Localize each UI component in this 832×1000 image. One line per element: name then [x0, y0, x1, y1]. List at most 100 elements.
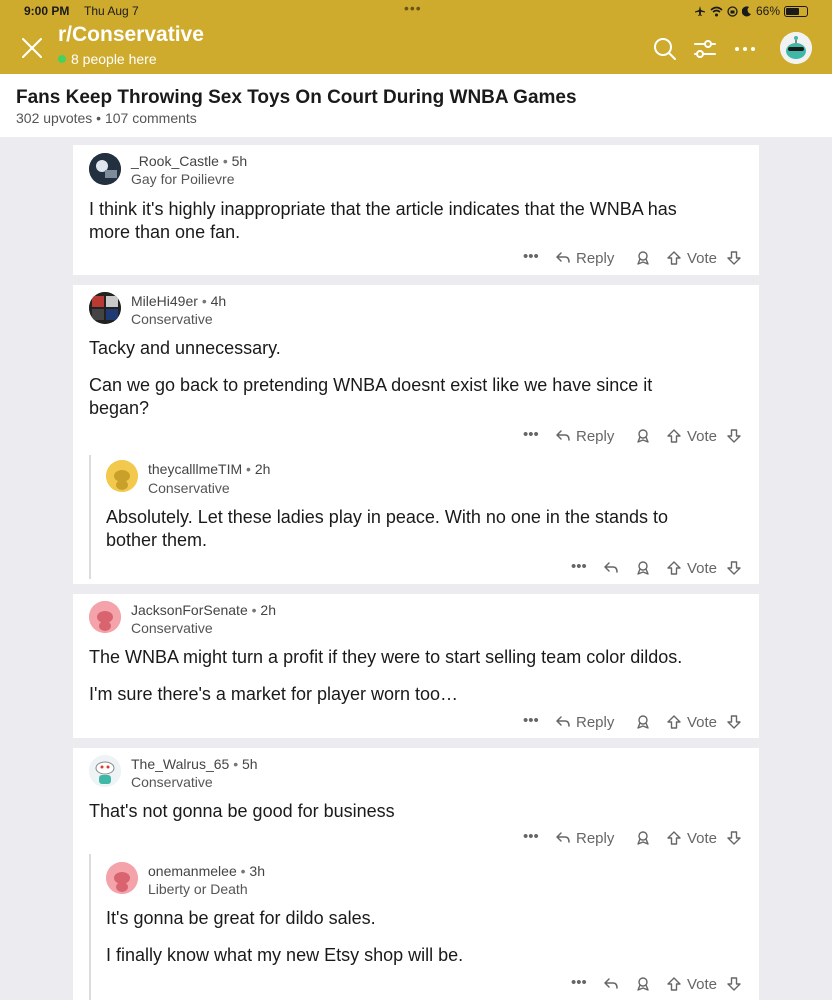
vote-label: Vote [687, 560, 718, 577]
reply-button[interactable]: Reply [576, 714, 614, 731]
award-icon[interactable] [635, 250, 651, 266]
downvote-icon[interactable] [726, 976, 742, 992]
comment-username[interactable]: theycalllmeTIM [148, 461, 242, 477]
reply-button[interactable]: Reply [576, 830, 614, 847]
snoo-avatar-icon [89, 755, 121, 787]
avatar-image-icon [89, 292, 121, 324]
comment-avatar[interactable] [106, 862, 138, 894]
downvote-icon[interactable] [726, 714, 742, 730]
reply-icon[interactable] [555, 428, 571, 444]
comment-body: I think it's highly inappropriate that t… [89, 198, 677, 244]
comment-card[interactable]: MileHi49er • 4h Conservative Tacky and u… [73, 285, 759, 584]
award-icon[interactable] [635, 976, 651, 992]
downvote-icon[interactable] [726, 428, 742, 444]
airplane-icon [694, 6, 705, 16]
comment-text-line: I'm sure there's a market for player wor… [89, 684, 459, 704]
wifi-icon [710, 6, 723, 16]
multitask-dots[interactable]: ••• [404, 0, 422, 16]
comment-body: Absolutely. Let these ladies play in pea… [106, 506, 668, 552]
upvote-icon[interactable] [666, 714, 682, 730]
comment-text-line: Can we go back to pretending WNBA doesnt… [89, 375, 653, 395]
thread-line[interactable] [89, 455, 91, 579]
comment-card[interactable]: JacksonForSenate • 2h Conservative The W… [73, 594, 759, 738]
post-header[interactable]: Fans Keep Throwing Sex Toys On Court Dur… [0, 74, 832, 137]
downvote-icon[interactable] [726, 250, 742, 266]
user-flair: Conservative [131, 774, 213, 790]
reply-icon[interactable] [603, 560, 619, 576]
comment-more-button[interactable]: ••• [523, 828, 539, 845]
comment-text-line: I think it's highly inappropriate that t… [89, 199, 677, 219]
comment-age: 5h [242, 756, 258, 772]
comment-username[interactable]: The_Walrus_65 [131, 756, 229, 772]
award-icon[interactable] [635, 714, 651, 730]
downvote-icon[interactable] [726, 830, 742, 846]
comment-avatar[interactable] [89, 601, 121, 633]
vote-label: Vote [687, 830, 718, 847]
battery-percent: 66% [755, 4, 780, 18]
comment-text-line: began? [89, 398, 150, 418]
reply-icon[interactable] [555, 830, 571, 846]
comment-more-button[interactable]: ••• [571, 558, 587, 575]
vote-label: Vote [687, 428, 718, 445]
status-date: Thu Aug 7 [84, 4, 139, 18]
search-icon[interactable] [652, 36, 678, 62]
comment-text-line: The WNBA might turn a profit if they wer… [89, 647, 683, 667]
lock-rotation-icon [727, 5, 738, 17]
reply-icon[interactable] [555, 714, 571, 730]
comment-avatar[interactable] [89, 755, 121, 787]
comment-age: 2h [260, 602, 276, 618]
comment-username[interactable]: onemanmelee [148, 863, 237, 879]
status-indicators: 66% [694, 4, 808, 18]
user-flair: Conservative [131, 311, 213, 327]
award-icon[interactable] [635, 428, 651, 444]
comment-text-line: Absolutely. Let these ladies play in pea… [106, 507, 669, 527]
reply-icon[interactable] [603, 976, 619, 992]
comment-more-button[interactable]: ••• [523, 712, 539, 729]
subreddit-header: 9:00 PM Thu Aug 7 ••• 66% r/Conservative… [0, 0, 832, 74]
comment-card[interactable]: _Rook_Castle • 5h Gay for Poilievre I th… [73, 145, 759, 275]
user-avatar[interactable] [780, 32, 812, 64]
upvote-icon[interactable] [666, 428, 682, 444]
snoo-avatar-icon [89, 601, 121, 633]
thread-line[interactable] [89, 854, 91, 1000]
user-flair: Liberty or Death [148, 881, 248, 897]
post-meta: 302 upvotes • 107 comments [16, 110, 197, 126]
comment-byline: onemanmelee • 3h [148, 863, 265, 879]
comment-username[interactable]: JacksonForSenate [131, 602, 248, 618]
comment-more-button[interactable]: ••• [571, 974, 587, 991]
subreddit-name[interactable]: r/Conservative [58, 23, 204, 47]
comment-more-button[interactable]: ••• [523, 426, 539, 443]
comment-byline: theycalllmeTIM • 2h [148, 461, 271, 477]
comment-text-line: bother them. [106, 530, 208, 550]
user-flair: Conservative [148, 480, 230, 496]
upvote-icon[interactable] [666, 250, 682, 266]
reply-button[interactable]: Reply [576, 428, 614, 445]
comment-age: 2h [254, 461, 271, 477]
close-icon[interactable] [20, 36, 44, 60]
comment-username[interactable]: _Rook_Castle [131, 153, 219, 169]
comment-username[interactable]: MileHi49er [131, 293, 198, 309]
upvote-icon[interactable] [666, 560, 682, 576]
reply-button[interactable]: Reply [576, 250, 614, 267]
post-title[interactable]: Fans Keep Throwing Sex Toys On Court Dur… [16, 87, 577, 109]
more-options-icon[interactable] [732, 36, 758, 62]
online-count-label: 8 people here [71, 51, 157, 67]
award-icon[interactable] [635, 560, 651, 576]
upvote-icon[interactable] [666, 976, 682, 992]
comment-card[interactable]: The_Walrus_65 • 5h Conservative That's n… [73, 748, 759, 1000]
upvote-icon[interactable] [666, 830, 682, 846]
filter-sort-icon[interactable] [692, 36, 718, 62]
award-icon[interactable] [635, 830, 651, 846]
comment-body: The WNBA might turn a profit if they wer… [89, 646, 682, 706]
comment-byline: MileHi49er • 4h [131, 293, 227, 309]
battery-icon [784, 5, 808, 17]
comment-text-line: That's not gonna be good for business [89, 801, 395, 821]
reply-icon[interactable] [555, 250, 571, 266]
comment-avatar[interactable] [89, 292, 121, 324]
comment-avatar[interactable] [89, 153, 121, 185]
comment-avatar[interactable] [106, 460, 138, 492]
comment-more-button[interactable]: ••• [523, 248, 539, 265]
online-count: 8 people here [58, 51, 157, 67]
comment-actions: ••• Reply Vote [523, 712, 753, 734]
downvote-icon[interactable] [726, 560, 742, 576]
